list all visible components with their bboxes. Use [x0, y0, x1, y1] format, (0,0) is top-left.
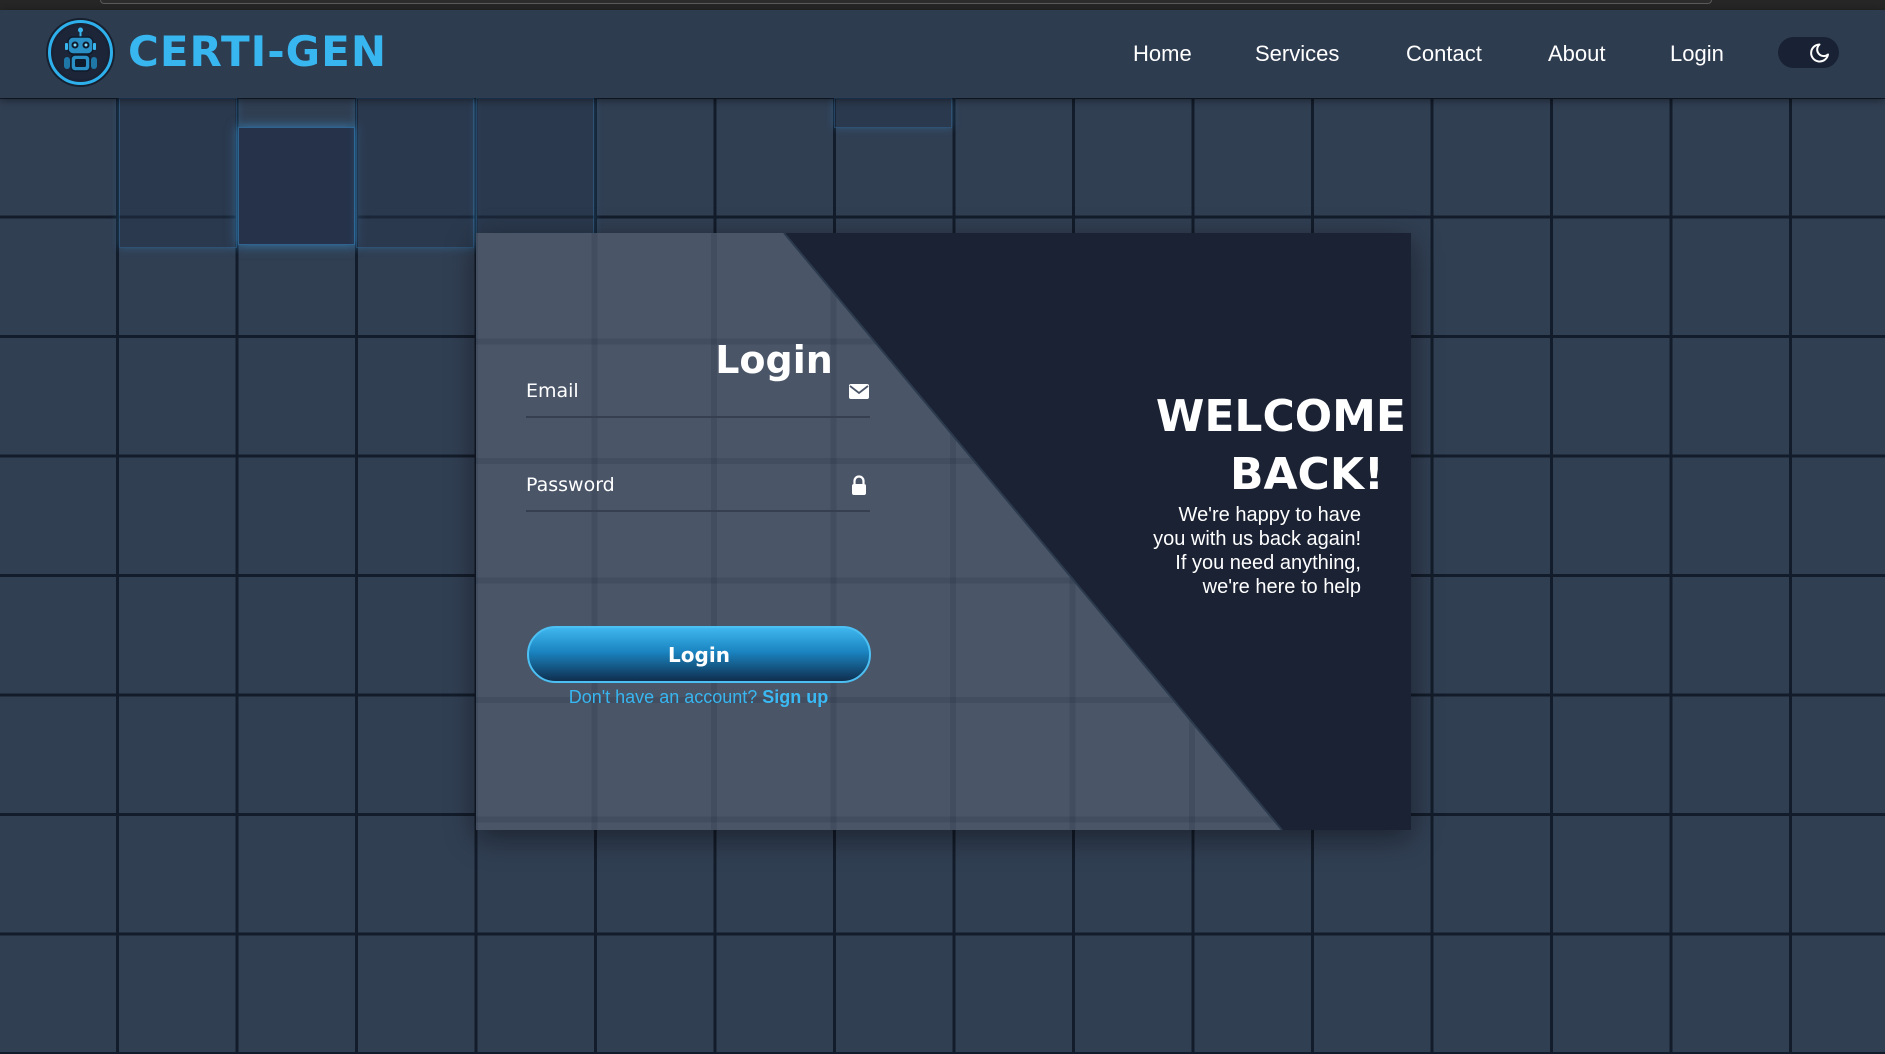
grid-glow-cell: [834, 98, 952, 128]
robot-logo-icon[interactable]: [48, 20, 113, 85]
grid-glow-cell: [356, 98, 474, 248]
top-navbar: CERTI-GEN Home Services Contact About Lo…: [0, 10, 1885, 98]
browser-tab-edge: [100, 0, 1712, 4]
lock-icon: [852, 475, 866, 495]
grid-glow-cell: [119, 98, 237, 248]
welcome-subtitle: We're happy to have you with us back aga…: [1116, 503, 1361, 599]
email-field[interactable]: [526, 376, 826, 406]
password-field-wrapper: [526, 460, 870, 512]
nav-link-services[interactable]: Services: [1255, 41, 1339, 67]
robot-logo-graphic: [53, 25, 108, 80]
envelope-icon: [849, 384, 869, 399]
welcome-subtitle-line: you with us back again!: [1153, 528, 1361, 550]
nav-link-login[interactable]: Login: [1670, 41, 1724, 67]
password-field[interactable]: [526, 470, 826, 500]
grid-glow-cell: [238, 127, 355, 245]
grid-glow-cell: [476, 98, 594, 248]
nav-link-home[interactable]: Home: [1133, 41, 1192, 67]
login-submit-label: Login: [668, 642, 730, 667]
nav-link-contact[interactable]: Contact: [1406, 41, 1482, 67]
login-card: Login Login Don't have an account? Sign …: [476, 233, 1411, 830]
welcome-title-line1: WELCOME: [1155, 391, 1406, 442]
signup-prompt-text: Don't have an account?: [568, 687, 758, 707]
brand-name[interactable]: CERTI-GEN: [128, 27, 387, 76]
welcome-subtitle-line: If you need anything,: [1175, 552, 1361, 574]
theme-toggle[interactable]: [1778, 37, 1839, 68]
signup-prompt: Don't have an account? Sign up: [516, 687, 881, 708]
signup-link[interactable]: Sign up: [762, 687, 828, 707]
page-background: CERTI-GEN Home Services Contact About Lo…: [0, 0, 1885, 1054]
welcome-subtitle-line: We're happy to have: [1178, 504, 1361, 526]
browser-top-strip: [0, 0, 1885, 10]
email-field-wrapper: [526, 366, 870, 418]
welcome-title: WELCOME BACK!: [1066, 388, 1406, 504]
login-submit-button[interactable]: Login: [527, 626, 871, 683]
nav-link-about[interactable]: About: [1548, 41, 1606, 67]
welcome-subtitle-line: we're here to help: [1202, 576, 1361, 598]
welcome-title-line2: BACK!: [1229, 449, 1384, 500]
moon-icon: [1810, 43, 1829, 63]
